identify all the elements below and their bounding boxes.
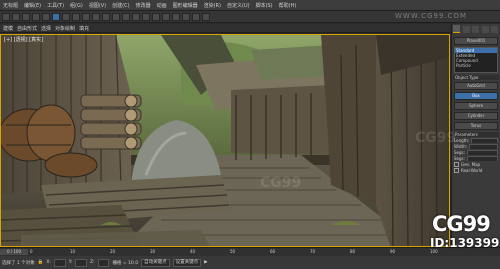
align-icon[interactable] xyxy=(142,12,150,21)
cylinder-button[interactable]: Cylinder xyxy=(454,112,498,120)
menu-bar: 无标题 编辑(E) 工具(T) 组(G) 视图(V) 创建(C) 修改器 动画 图形编辑器 渲染(… xyxy=(0,0,500,11)
timeline-tick-label: 70 xyxy=(310,249,316,254)
timeline-tick-label: 10 xyxy=(70,249,76,254)
link-icon[interactable] xyxy=(22,12,30,21)
watermark-faint: CG99 xyxy=(260,175,302,191)
ribbon-tab[interactable]: 选择 xyxy=(41,25,51,32)
render-icon[interactable] xyxy=(202,12,210,21)
menu-item[interactable]: 渲染(R) xyxy=(201,2,224,9)
timeline-tick-label: 80 xyxy=(350,249,356,254)
sphere-button[interactable]: Sphere xyxy=(454,102,498,110)
torus-button[interactable]: Torus xyxy=(454,122,498,130)
real-world-checkbox[interactable] xyxy=(454,168,459,173)
width-spinner[interactable] xyxy=(468,144,498,149)
timeline-tick-label: 60 xyxy=(270,249,276,254)
segs-spinner-2[interactable] xyxy=(466,156,498,161)
watermark-faint: CG99 xyxy=(415,130,457,146)
layer-icon[interactable] xyxy=(152,12,160,21)
box-button[interactable]: Box xyxy=(454,92,498,100)
length-spinner[interactable] xyxy=(471,138,498,143)
ribbon-tab[interactable]: 建模 xyxy=(3,25,13,32)
z-coordinate-field[interactable] xyxy=(97,258,110,267)
watermark-logo: CG99 xyxy=(432,212,491,236)
segs-row-2: Segs: xyxy=(454,156,498,161)
render-setup-icon[interactable] xyxy=(182,12,190,21)
selection-status: 选择了 1 个对象 xyxy=(2,260,35,266)
timeline-tick-label: 0 xyxy=(30,249,33,254)
viewport-label[interactable]: [+] [透视] [真实] xyxy=(4,36,43,43)
play-icon[interactable]: ▶ xyxy=(204,260,207,265)
curve-editor-icon[interactable] xyxy=(162,12,170,21)
scene-render xyxy=(1,35,449,246)
lock-icon[interactable]: 🔒 xyxy=(38,260,44,265)
time-slider[interactable]: 0 / 100 xyxy=(0,249,28,255)
ribbon: 建模 自由形式 选择 对象绘制 填充 xyxy=(0,24,450,33)
timeline-tick-label: 90 xyxy=(390,249,396,254)
y-coordinate-field[interactable] xyxy=(75,258,88,267)
category-list[interactable]: Standard Extended Compound Particle xyxy=(454,47,498,73)
mirror-icon[interactable] xyxy=(132,12,140,21)
grid-readout: 栅格 = 10.0 xyxy=(112,260,139,266)
ribbon-tab[interactable]: 对象绘制 xyxy=(55,25,75,32)
watermark-id: ID:139399 xyxy=(430,236,500,250)
length-row: Length: xyxy=(454,138,498,143)
rotate-icon[interactable] xyxy=(92,12,100,21)
set-key-button[interactable]: 设置关键点 xyxy=(172,258,202,267)
menu-item[interactable]: 无标题 xyxy=(0,2,21,9)
select-by-name-icon[interactable] xyxy=(62,12,70,21)
timeline-tick-label: 30 xyxy=(150,249,156,254)
autogrid-button[interactable]: AutoGrid xyxy=(454,82,498,90)
rect-select-icon[interactable] xyxy=(72,12,80,21)
menu-item[interactable]: 视图(V) xyxy=(86,2,109,9)
timeline-tick-label: 50 xyxy=(230,249,236,254)
bind-icon[interactable] xyxy=(42,12,50,21)
display-tab-icon[interactable] xyxy=(491,26,499,33)
parameters-header[interactable]: Parameters xyxy=(453,132,499,137)
segs-spinner[interactable] xyxy=(466,150,498,155)
gen-map-row: Gen. Map xyxy=(454,162,498,167)
watermark-url: WWW.CG99.COM xyxy=(395,12,468,20)
status-bar: 选择了 1 个对象 🔒 X: Y: Z: 栅格 = 10.0 自动关键点 设置关… xyxy=(0,256,500,269)
scale-icon[interactable] xyxy=(102,12,110,21)
menu-item[interactable]: 动画 xyxy=(154,2,170,9)
move-icon[interactable] xyxy=(82,12,90,21)
select-icon[interactable] xyxy=(52,12,60,21)
perspective-viewport[interactable]: [+] [透视] [真实] xyxy=(0,34,450,247)
menu-item[interactable]: 图形编辑器 xyxy=(170,2,201,9)
timeline[interactable]: 0 / 100 0 10 20 30 40 50 60 70 80 90 100 xyxy=(0,247,500,256)
menu-item[interactable]: 自定义(U) xyxy=(224,2,253,9)
motion-tab-icon[interactable] xyxy=(481,26,489,33)
timeline-tick-label: 20 xyxy=(110,249,116,254)
ribbon-tab[interactable]: 填充 xyxy=(79,25,89,32)
ribbon-tab[interactable]: 自由形式 xyxy=(17,25,37,32)
object-type-header[interactable]: Object Type xyxy=(453,75,499,80)
auto-key-button[interactable]: 自动关键点 xyxy=(141,258,170,267)
list-item[interactable]: Particle xyxy=(455,63,497,68)
modify-tab-icon[interactable] xyxy=(462,26,470,33)
unlink-icon[interactable] xyxy=(32,12,40,21)
menu-item[interactable]: 脚本(S) xyxy=(253,2,276,9)
menu-item[interactable]: 帮助(H) xyxy=(276,2,300,9)
timeline-ticks: 0 10 20 30 40 50 60 70 80 90 100 xyxy=(30,248,450,256)
menu-item[interactable]: 组(G) xyxy=(67,2,86,9)
redo-icon[interactable] xyxy=(12,12,20,21)
x-coordinate-field[interactable] xyxy=(53,258,66,267)
render-frame-icon[interactable] xyxy=(192,12,200,21)
undo-icon[interactable] xyxy=(2,12,10,21)
menu-item[interactable]: 修改器 xyxy=(133,2,154,9)
create-tab-icon[interactable] xyxy=(453,25,460,33)
segs-row: Segs: xyxy=(454,150,498,155)
object-name-field[interactable]: Plane001 xyxy=(454,37,498,45)
snap-icon[interactable] xyxy=(112,12,120,21)
menu-item[interactable]: 工具(T) xyxy=(44,2,67,9)
material-editor-icon[interactable] xyxy=(172,12,180,21)
menu-item[interactable]: 创建(C) xyxy=(109,2,132,9)
gen-map-checkbox[interactable] xyxy=(454,162,459,167)
hierarchy-tab-icon[interactable] xyxy=(472,26,480,33)
real-world-row: Real-World xyxy=(454,168,498,173)
timeline-tick-label: 40 xyxy=(190,249,196,254)
angle-snap-icon[interactable] xyxy=(122,12,130,21)
menu-item[interactable]: 编辑(E) xyxy=(21,2,44,9)
width-row: Width: xyxy=(454,144,498,149)
